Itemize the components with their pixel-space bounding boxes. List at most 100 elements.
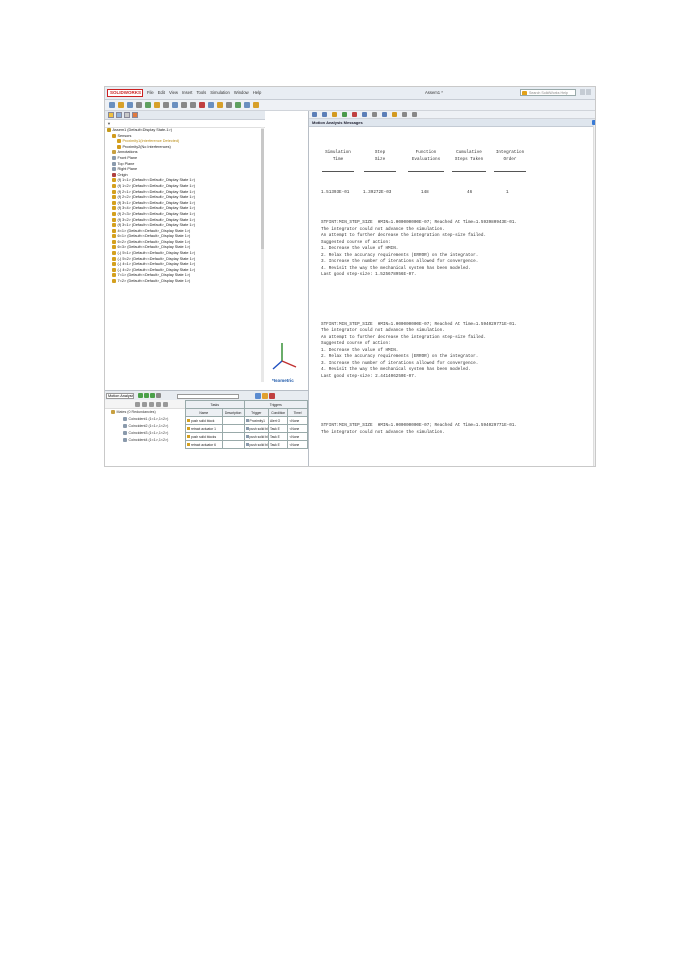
view-tool-icon[interactable] [332,111,337,117]
menu-item-edit[interactable]: Edit [158,90,165,95]
tree-scrollbar[interactable] [261,127,264,382]
event-cell[interactable]: <None [287,424,308,433]
motor-icon[interactable] [255,392,261,399]
toolbar-button-icon[interactable] [199,101,205,108]
event-cell[interactable]: <None [287,432,308,441]
view-tool-icon[interactable] [402,111,407,117]
toolbar-button-icon[interactable] [163,101,169,108]
toolbar-button-icon[interactable] [172,101,178,108]
spring-icon[interactable] [262,392,268,399]
calculate-icon[interactable] [138,393,143,398]
messages-scrollbar[interactable] [593,125,595,466]
view-tool-icon[interactable] [412,111,417,117]
scroll-thumb[interactable] [594,365,595,405]
zoom-icon[interactable] [163,401,168,407]
mate-tree-item[interactable]: Coincident4 (1<1>,1<2>) [105,437,185,444]
event-cell[interactable]: <None [287,416,308,425]
stop-icon[interactable] [156,393,161,398]
view-tool-icon[interactable] [342,111,347,117]
toolbar-button-icon[interactable] [235,101,241,108]
view-tool-icon[interactable] [372,111,377,117]
view-tool-icon[interactable] [382,111,387,117]
event-column-header: Name [185,408,223,417]
timeline-slider[interactable] [177,394,239,399]
zoom-icon[interactable] [156,401,161,407]
event-cell[interactable]: Task E [267,432,289,441]
menu-item-help[interactable]: Help [253,90,262,95]
table-row[interactable]: retract actuator 6 push solid bl Task E <No… [185,440,308,449]
study-type-select[interactable]: Motion Analysis [106,392,134,399]
maximize-icon[interactable] [586,89,591,95]
toolbar-button-icon[interactable] [118,101,124,108]
menu-item-simulation[interactable]: Simulation [210,90,230,95]
event-cell[interactable]: retract actuator 1 [185,424,223,433]
event-cell[interactable] [221,432,245,441]
menu-item-file[interactable]: File [147,90,154,95]
config-tab-icon[interactable] [124,112,130,118]
filter-icon[interactable] [135,401,140,407]
toolbar-button-icon[interactable] [154,101,160,108]
play-icon[interactable] [144,393,149,398]
view-tool-icon[interactable] [322,111,327,117]
event-cell[interactable]: push solid bl [243,432,269,441]
table-row[interactable]: retract actuator 1 push solid bl Task E <No… [185,424,308,433]
mate-tree-item[interactable]: Coincident3 (1<1>,1<2>) [105,430,185,437]
feature-tree-tab-icon[interactable] [108,112,114,118]
menu-item-insert[interactable]: Insert [182,90,192,95]
toolbar-button-icon[interactable] [226,101,232,108]
minimize-icon[interactable] [580,89,585,95]
toolbar-button-icon[interactable] [253,101,259,108]
event-cell[interactable]: push solid block [185,416,223,425]
event-cell[interactable]: Task E [267,440,289,449]
menu-item-window[interactable]: Window [234,90,249,95]
mate-tree-item[interactable]: Coincident1 (1<1>,1<2>) [105,416,185,423]
property-tab-icon[interactable] [116,112,122,118]
search-input[interactable]: Search SolidWorks Help [520,89,576,96]
event-cell[interactable]: <None [287,440,308,449]
toolbar-button-icon[interactable] [136,101,142,108]
event-column-header: Condition [267,408,289,417]
event-cell-text: push solid bl [249,442,268,447]
toolbar-button-icon[interactable] [244,101,250,108]
view-tool-icon[interactable] [352,111,357,117]
toolbar-button-icon[interactable] [190,101,196,108]
toolbar-button-icon[interactable] [208,101,214,108]
view-tool-icon[interactable] [392,111,397,117]
event-cell-text: retract actuator 6 [191,442,216,447]
event-cell[interactable]: push solid bl [243,424,269,433]
mate-tree-item[interactable]: Coincident2 (1<1>,1<2>) [105,423,185,430]
event-cell-text: Alert O [269,418,281,423]
table-row[interactable]: push solid blocks push solid bl Task E <Non… [185,432,308,441]
event-cell[interactable]: retract actuator 6 [185,440,223,449]
filter-icon[interactable] [149,401,154,407]
search-placeholder: Search SolidWorks Help [529,91,568,95]
event-cell[interactable]: Task E [267,424,289,433]
event-cell[interactable]: push solid bl [243,440,269,449]
toolbar-button-icon[interactable] [145,101,151,108]
app-logo[interactable]: SOLIDWORKS [107,89,143,97]
results-icon[interactable] [269,392,275,399]
view-tool-icon[interactable] [312,111,317,117]
event-cell[interactable] [221,416,245,425]
mate-tree-item[interactable]: Mates (0 Redundancies) [105,409,185,416]
filter-icon[interactable] [142,401,147,407]
appearance-tab-icon[interactable] [132,112,138,118]
tree-filter[interactable]: ▼ [105,120,265,128]
event-cell[interactable]: push solid blocks [185,432,223,441]
event-cell[interactable] [221,424,245,433]
event-cell[interactable] [221,440,245,449]
scroll-thumb[interactable] [261,129,264,249]
view-tool-icon[interactable] [362,111,367,117]
toolbar-button-icon[interactable] [109,101,115,108]
menu-item-tools[interactable]: Tools [196,90,206,95]
event-cell[interactable]: Proximity1 [243,416,269,425]
tree-item[interactable]: 7<2> (Default<<Default>_Display State 1>… [105,279,265,285]
toolbar-button-icon[interactable] [181,101,187,108]
table-row[interactable]: push solid block Proximity1 Alert O <None [185,416,308,425]
menu-item-view[interactable]: View [169,90,178,95]
event-cell[interactable]: Alert O [267,416,289,425]
toolbar-button-icon[interactable] [217,101,223,108]
play-end-icon[interactable] [150,393,155,398]
toolbar-button-icon[interactable] [127,101,133,108]
graphics-viewport[interactable]: *Isometric [265,111,308,390]
